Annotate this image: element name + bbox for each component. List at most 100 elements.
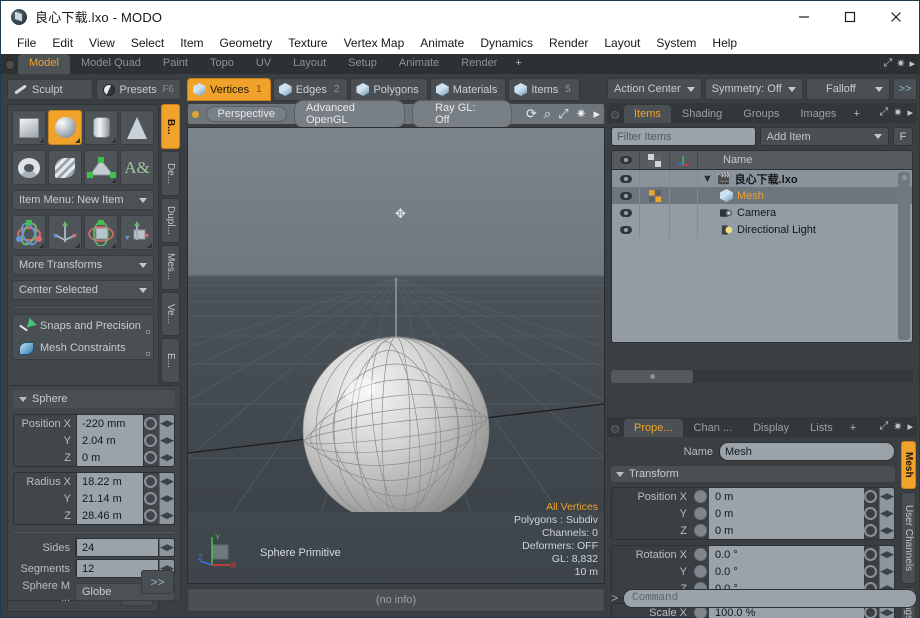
sphere-radius-y-field[interactable]: 21.14 m [76, 490, 144, 507]
item-list-hscrollbar[interactable] [611, 370, 913, 383]
col-visibility-header[interactable] [612, 151, 640, 169]
table-row[interactable]: ▼ 🎬 良心下载.lxo [612, 170, 912, 187]
menu-select[interactable]: Select [123, 34, 172, 52]
maximize-button[interactable] [827, 1, 873, 32]
list-item[interactable]: Directional Light [698, 224, 816, 236]
menu-system[interactable]: System [648, 34, 704, 52]
rtab-mesh[interactable]: Mesh [901, 441, 916, 489]
row-lock-toggle[interactable] [670, 170, 698, 187]
menu-item[interactable]: Item [172, 34, 211, 52]
rotation-x-spinner[interactable]: ◀▶ [879, 546, 894, 563]
transform-rotate-button[interactable] [12, 215, 46, 250]
command-input[interactable]: Command [623, 588, 917, 608]
snaps-options-icon[interactable] [146, 330, 150, 334]
properties-add-tab-button[interactable]: + [844, 419, 862, 437]
row-render-toggle[interactable] [640, 170, 670, 187]
chevron-right-icon[interactable]: ▸ [907, 420, 913, 433]
position-x-field[interactable]: 0 m [709, 488, 864, 505]
viewport-view-mode-button[interactable]: Perspective [205, 106, 287, 122]
3d-viewport[interactable]: Sphere Primitive All Vertices Polygons :… [187, 127, 605, 584]
rotation-x-channel-dot[interactable] [694, 548, 707, 561]
more-transforms-dropdown[interactable]: More Transforms [12, 255, 154, 275]
sphere-panel-header[interactable]: Sphere [13, 390, 175, 408]
row-lock-toggle[interactable] [670, 221, 698, 238]
tab-animate[interactable]: Animate [388, 54, 450, 74]
sphere-more-button[interactable]: >> [141, 570, 174, 594]
position-z-knob[interactable] [864, 524, 877, 537]
mode-vertices[interactable]: Vertices 1 [187, 78, 271, 101]
mesh-constraints-button[interactable]: Mesh Constraints [13, 337, 153, 359]
expand-icon[interactable]: ⤢ [558, 106, 568, 122]
col-name-header[interactable]: Name [698, 151, 912, 169]
sphere-position-y-field[interactable]: 2.04 m [76, 432, 144, 449]
sphere-sides-field[interactable]: 24 [76, 539, 159, 556]
tabbar-dot-icon[interactable] [5, 60, 15, 70]
chevron-right-icon[interactable]: ▸ [909, 57, 915, 70]
tab-uv[interactable]: UV [245, 54, 282, 74]
sphere-radius-x-field[interactable]: 18.22 m [76, 473, 144, 490]
expand-icon[interactable]: ⤢ [879, 106, 888, 119]
primitive-cylinder-button[interactable] [84, 110, 118, 145]
list-item[interactable]: Camera [698, 207, 776, 219]
tab-render[interactable]: Render [450, 54, 508, 74]
search-icon[interactable]: ⌕ [544, 106, 551, 122]
expand-icon[interactable]: ⤢ [879, 420, 888, 433]
close-button[interactable] [873, 1, 919, 32]
action-bar-more-button[interactable]: >> [893, 78, 917, 100]
primitive-triangle-button[interactable] [84, 150, 118, 185]
row-render-toggle[interactable] [640, 221, 670, 238]
tab-model[interactable]: Model [18, 54, 70, 74]
item-menu-dropdown[interactable]: Item Menu: New Item [12, 190, 154, 210]
sphere-position-z-knob[interactable] [144, 451, 157, 464]
add-item-dropdown[interactable]: Add Item [759, 127, 889, 146]
gear-icon[interactable]: ✷ [893, 420, 902, 433]
position-z-channel-dot[interactable] [694, 524, 707, 537]
falloff-dropdown[interactable]: Falloff [805, 78, 890, 100]
transform-section-header[interactable]: Transform [611, 466, 895, 482]
primitive-torus-button[interactable] [12, 150, 46, 185]
symmetry-dropdown[interactable]: Symmetry: Off [704, 78, 803, 100]
sphere-sides-spinner[interactable]: ◀▶ [159, 539, 174, 556]
sphere-radius-x-spinner[interactable]: ◀▶ [159, 473, 174, 490]
sculpt-button[interactable]: Sculpt [7, 79, 93, 100]
col-lock-header[interactable] [670, 151, 698, 169]
rotation-x-field[interactable]: 0.0 ° [709, 546, 864, 563]
presets-button[interactable]: Presets F6 [95, 79, 181, 100]
position-x-knob[interactable] [864, 490, 877, 503]
tab-properties[interactable]: Prope... [624, 419, 683, 437]
items-add-tab-button[interactable]: + [847, 105, 865, 123]
tab-paint[interactable]: Paint [152, 54, 199, 74]
menu-view[interactable]: View [81, 34, 123, 52]
sphere-position-z-spinner[interactable]: ◀▶ [159, 449, 174, 466]
row-render-toggle[interactable] [640, 204, 670, 221]
refresh-icon[interactable]: ⟳ [526, 106, 537, 122]
position-z-field[interactable]: 0 m [709, 522, 864, 539]
mode-items[interactable]: Items 5 [508, 78, 580, 101]
rotation-y-channel-dot[interactable] [694, 565, 707, 578]
row-visibility-toggle[interactable] [612, 187, 640, 204]
list-item[interactable]: Mesh [698, 189, 764, 202]
table-row[interactable]: Directional Light [612, 221, 912, 238]
transform-move-button[interactable] [48, 215, 82, 250]
minimize-button[interactable] [781, 1, 827, 32]
row-lock-toggle[interactable] [670, 204, 698, 221]
hscroll-thumb[interactable] [611, 370, 693, 383]
primitive-sphere-button[interactable] [48, 110, 82, 145]
vtab-vertex[interactable]: Ve... [161, 291, 180, 337]
mode-edges[interactable]: Edges 2 [272, 78, 349, 101]
chevron-right-icon[interactable]: ▸ [907, 106, 913, 119]
primitive-text-button[interactable]: A& [120, 150, 154, 185]
menu-help[interactable]: Help [704, 34, 745, 52]
vtab-duplicate[interactable]: Dupl... [161, 197, 180, 243]
rotation-y-spinner[interactable]: ◀▶ [879, 563, 894, 580]
primitive-helix-button[interactable] [48, 150, 82, 185]
col-render-header[interactable] [640, 151, 670, 169]
row-render-toggle[interactable] [640, 187, 670, 204]
add-tab-button[interactable]: + [508, 54, 528, 74]
row-visibility-toggle[interactable] [612, 221, 640, 238]
sphere-position-x-spinner[interactable]: ◀▶ [159, 415, 174, 432]
mode-polygons[interactable]: Polygons [350, 78, 428, 101]
filter-items-input[interactable]: Filter Items [611, 127, 756, 146]
menu-animate[interactable]: Animate [412, 34, 472, 52]
center-selected-dropdown[interactable]: Center Selected [12, 280, 154, 300]
